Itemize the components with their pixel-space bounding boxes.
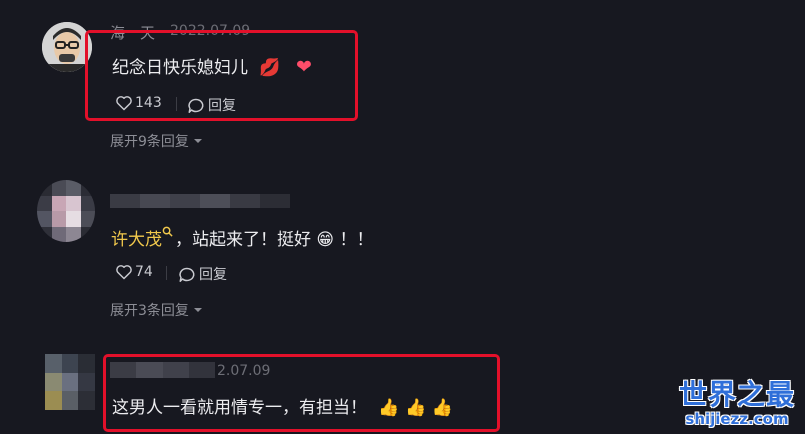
watermark-title: 世界之最 <box>678 378 795 411</box>
comment-bubble-icon <box>179 267 195 282</box>
avatar[interactable] <box>37 180 95 242</box>
search-icon <box>162 226 173 237</box>
expand-replies-label: 展开3条回复 <box>110 303 189 319</box>
reply-label: 回复 <box>199 267 227 283</box>
reply-button[interactable]: 回复 <box>178 264 227 284</box>
avatar[interactable] <box>45 354 95 410</box>
comment-text-content: ，站起来了！挺好 <box>175 230 311 250</box>
grin-icon: 😁 <box>316 230 335 250</box>
watermark: 世界之最 shijiezz.com <box>679 379 795 428</box>
username-blurred[interactable] <box>110 194 290 208</box>
expand-replies-button[interactable]: 展开3条回复 <box>110 300 203 320</box>
comment-text: 许大茂 ，站起来了！挺好 😁 ！！ <box>111 225 374 250</box>
heart-outline-icon <box>116 265 132 280</box>
chevron-down-icon <box>193 139 202 143</box>
mention-link[interactable]: 许大茂 <box>111 230 162 250</box>
expand-replies-label: 展开9条回复 <box>110 134 189 150</box>
chevron-down-icon <box>193 308 202 312</box>
highlight-box <box>85 30 358 121</box>
highlight-box <box>103 354 500 432</box>
comment-text-suffix: ！！ <box>339 230 374 250</box>
like-button[interactable]: 74 <box>115 264 153 280</box>
watermark-domain: shijiezz.com <box>685 410 789 428</box>
action-divider <box>166 266 167 280</box>
expand-replies-button[interactable]: 展开9条回复 <box>110 131 203 151</box>
like-count: 74 <box>135 264 153 280</box>
